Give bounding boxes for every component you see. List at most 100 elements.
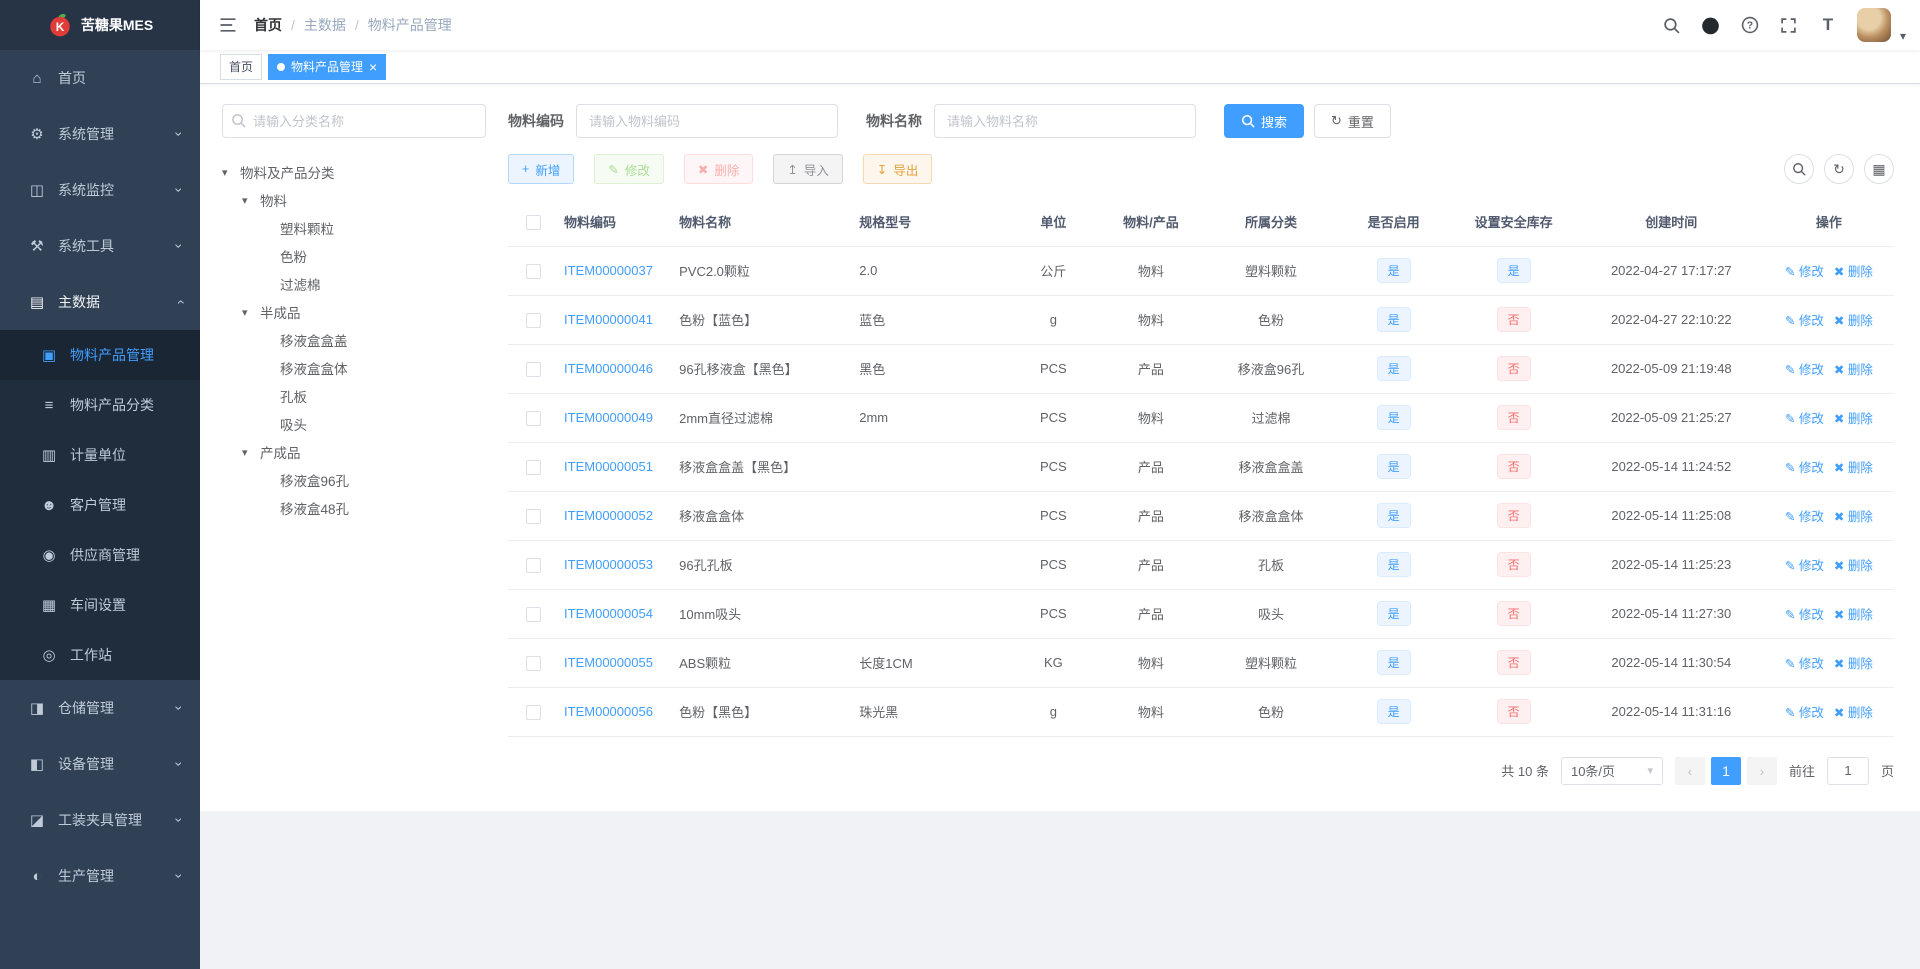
row-checkbox[interactable]	[525, 704, 541, 720]
tree-node[interactable]: 移液盒48孔	[222, 494, 486, 522]
sidebar-item-系统监控[interactable]: ◫ 系统监控 ›	[0, 162, 200, 218]
material-code-link[interactable]: ITEM00000049	[564, 410, 653, 425]
sidebar-subitem-工作站[interactable]: ◎ 工作站	[0, 630, 200, 680]
row-checkbox[interactable]	[525, 655, 541, 671]
toggle-search-button[interactable]	[1784, 154, 1814, 184]
search-icon[interactable]	[1662, 15, 1682, 35]
sidebar-item-仓储管理[interactable]: ◨ 仓储管理 ›	[0, 680, 200, 736]
row-checkbox[interactable]	[525, 410, 541, 426]
row-delete-link[interactable]: ✖ 删除	[1834, 412, 1873, 426]
page-size-select[interactable]: 10条/页 ▾	[1560, 756, 1663, 785]
row-checkbox[interactable]	[525, 263, 541, 279]
material-name-input[interactable]	[934, 104, 1196, 138]
sidebar-item-生产管理[interactable]: ◐ 生产管理 ›	[0, 848, 200, 904]
sidebar-item-工装夹具管理[interactable]: ◪ 工装夹具管理 ›	[0, 792, 200, 848]
sidebar-subitem-物料产品分类[interactable]: ≡ 物料产品分类	[0, 380, 200, 430]
sidebar-item-系统工具[interactable]: ⚒ 系统工具 ›	[0, 218, 200, 274]
row-edit-link[interactable]: ✎ 修改	[1785, 412, 1824, 426]
tree-node[interactable]: ▾ 物料及产品分类	[222, 158, 486, 186]
sidebar-subitem-计量单位[interactable]: ▥ 计量单位	[0, 430, 200, 480]
tree-node[interactable]: 移液盒盒体	[222, 354, 486, 382]
row-edit-link[interactable]: ✎ 修改	[1785, 559, 1824, 573]
tree-node[interactable]: 孔板	[222, 382, 486, 410]
column-header-checkbox[interactable]	[508, 198, 559, 247]
row-edit-link[interactable]: ✎ 修改	[1785, 461, 1824, 475]
material-code-link[interactable]: ITEM00000051	[564, 459, 653, 474]
row-delete-link[interactable]: ✖ 删除	[1834, 608, 1873, 622]
github-icon[interactable]	[1701, 15, 1721, 35]
breadcrumb-item[interactable]: 主数据	[304, 15, 346, 35]
fullscreen-icon[interactable]	[1779, 15, 1799, 35]
material-code-link[interactable]: ITEM00000041	[564, 312, 653, 327]
material-code-link[interactable]: ITEM00000055	[564, 655, 653, 670]
row-edit-link[interactable]: ✎ 修改	[1785, 706, 1824, 720]
row-delete-link[interactable]: ✖ 删除	[1834, 657, 1873, 671]
material-code-link[interactable]: ITEM00000054	[564, 606, 653, 621]
sidebar-item-系统管理[interactable]: ⚙ 系统管理 ›	[0, 106, 200, 162]
material-code-link[interactable]: ITEM00000053	[564, 557, 653, 572]
add-button[interactable]: + 新增	[508, 154, 575, 184]
delete-button[interactable]: ✖ 删除	[683, 154, 754, 184]
tree-node[interactable]: 移液盒盒盖	[222, 326, 486, 354]
caret-down-icon[interactable]: ▾	[1900, 29, 1906, 43]
category-search-input[interactable]	[222, 104, 486, 138]
sidebar-subitem-客户管理[interactable]: ☻ 客户管理	[0, 480, 200, 530]
tree-node[interactable]: ▾ 产成品	[222, 438, 486, 466]
row-edit-link[interactable]: ✎ 修改	[1785, 363, 1824, 377]
tree-node[interactable]: ▾ 物料	[222, 186, 486, 214]
row-edit-link[interactable]: ✎ 修改	[1785, 314, 1824, 328]
row-delete-link[interactable]: ✖ 删除	[1834, 265, 1873, 279]
row-checkbox[interactable]	[525, 459, 541, 475]
material-code-link[interactable]: ITEM00000056	[564, 704, 653, 719]
sidebar-item-主数据[interactable]: ▤ 主数据 ›	[0, 274, 200, 330]
sidebar-item-首页[interactable]: ⌂ 首页	[0, 50, 200, 106]
tree-node[interactable]: 塑料颗粒	[222, 214, 486, 242]
avatar[interactable]	[1856, 8, 1891, 42]
row-edit-link[interactable]: ✎ 修改	[1785, 510, 1824, 524]
tree-node[interactable]: 色粉	[222, 242, 486, 270]
close-icon[interactable]: ×	[369, 60, 377, 74]
sidebar-subitem-供应商管理[interactable]: ◉ 供应商管理	[0, 530, 200, 580]
material-code-link[interactable]: ITEM00000037	[564, 263, 653, 278]
export-button[interactable]: ↧ 导出	[862, 154, 933, 184]
tree-node[interactable]: ▾ 半成品	[222, 298, 486, 326]
refresh-button[interactable]: ↻	[1824, 154, 1854, 184]
row-checkbox[interactable]	[525, 606, 541, 622]
search-button[interactable]: 搜索	[1224, 104, 1305, 138]
tree-node[interactable]: 过滤棉	[222, 270, 486, 298]
material-code-input[interactable]	[576, 104, 838, 138]
row-delete-link[interactable]: ✖ 删除	[1834, 363, 1873, 377]
prev-page-button[interactable]: ‹	[1674, 756, 1705, 785]
row-edit-link[interactable]: ✎ 修改	[1785, 657, 1824, 671]
row-edit-link[interactable]: ✎ 修改	[1785, 608, 1824, 622]
row-delete-link[interactable]: ✖ 删除	[1834, 706, 1873, 720]
goto-page-input[interactable]	[1826, 756, 1869, 785]
row-checkbox[interactable]	[525, 361, 541, 377]
row-checkbox[interactable]	[525, 508, 541, 524]
tree-node[interactable]: 吸头	[222, 410, 486, 438]
hamburger-icon[interactable]	[200, 15, 254, 35]
import-button[interactable]: ↥ 导入	[773, 154, 843, 184]
row-delete-link[interactable]: ✖ 删除	[1834, 510, 1873, 524]
row-delete-link[interactable]: ✖ 删除	[1834, 559, 1873, 573]
tree-node[interactable]: 移液盒96孔	[222, 466, 486, 494]
row-edit-link[interactable]: ✎ 修改	[1785, 265, 1824, 279]
row-checkbox[interactable]	[525, 312, 541, 328]
material-code-link[interactable]: ITEM00000046	[564, 361, 653, 376]
row-checkbox[interactable]	[525, 557, 541, 573]
sidebar-subitem-车间设置[interactable]: ▦ 车间设置	[0, 580, 200, 630]
tab-active[interactable]: 物料产品管理 ×	[268, 53, 387, 80]
page-1-button[interactable]: 1	[1710, 756, 1741, 785]
logo[interactable]: K 苦糖果MES	[0, 0, 200, 50]
material-code-link[interactable]: ITEM00000052	[564, 508, 653, 523]
row-delete-link[interactable]: ✖ 删除	[1834, 461, 1873, 475]
reset-button[interactable]: ↻ 重置	[1314, 104, 1391, 138]
edit-button[interactable]: ✎ 修改	[594, 154, 664, 184]
font-size-icon[interactable]: T	[1818, 15, 1838, 35]
next-page-button[interactable]: ›	[1746, 756, 1777, 785]
columns-button[interactable]: ▦	[1864, 154, 1894, 184]
sidebar-subitem-物料产品管理[interactable]: ▣ 物料产品管理	[0, 330, 200, 380]
select-all-checkbox[interactable]	[525, 214, 541, 230]
tab-item[interactable]: 首页	[220, 53, 263, 80]
help-icon[interactable]: ?	[1740, 15, 1760, 35]
